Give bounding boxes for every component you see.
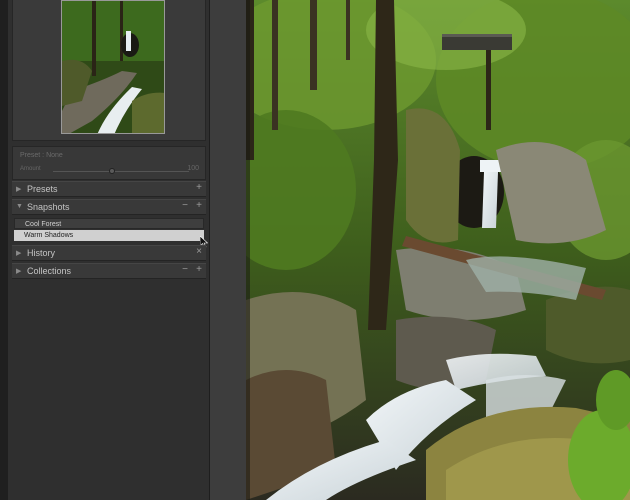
presets-section-header[interactable]: ▶ Presets + [12,181,206,197]
main-photo-canvas[interactable] [246,0,630,500]
forest-waterfall-photo [246,0,630,500]
left-panel: Preset : None Amount 100 ▶ Presets + ▼ S… [8,0,210,500]
snapshot-item-cool-forest[interactable]: Cool Forest [14,218,204,229]
navigator-preview-image [62,1,164,133]
preset-amount-panel: Preset : None Amount 100 [12,146,206,180]
close-icon[interactable]: × [194,246,204,257]
canvas-background [210,0,246,500]
left-edge-strip [0,0,8,500]
plus-icon[interactable]: + [194,182,204,193]
amount-label: Amount [20,166,41,172]
amount-value: 100 [187,165,199,172]
plus-icon[interactable]: + [194,200,204,211]
navigator-panel [12,0,206,141]
amount-slider-track[interactable] [53,171,189,172]
minus-icon[interactable]: − [180,264,190,275]
collections-label: Collections [27,266,72,276]
triangle-right-icon[interactable]: ▶ [16,185,21,193]
triangle-right-icon[interactable]: ▶ [16,267,21,275]
amount-slider-thumb[interactable] [109,168,115,174]
snapshots-section-header[interactable]: ▼ Snapshots − + [12,199,206,215]
preset-label: Preset : None [20,152,63,159]
snapshots-label: Snapshots [27,202,70,212]
history-section-header[interactable]: ▶ History × [12,245,206,261]
triangle-down-icon[interactable]: ▼ [16,203,23,210]
history-label: History [27,248,56,258]
presets-label: Presets [27,184,58,194]
navigator-preview[interactable] [61,0,165,134]
plus-icon[interactable]: + [194,264,204,275]
snapshot-item-warm-shadows[interactable]: Warm Shadows [14,230,204,241]
collections-section-header[interactable]: ▶ Collections − + [12,263,206,279]
minus-icon[interactable]: − [180,200,190,211]
triangle-right-icon[interactable]: ▶ [16,249,21,257]
